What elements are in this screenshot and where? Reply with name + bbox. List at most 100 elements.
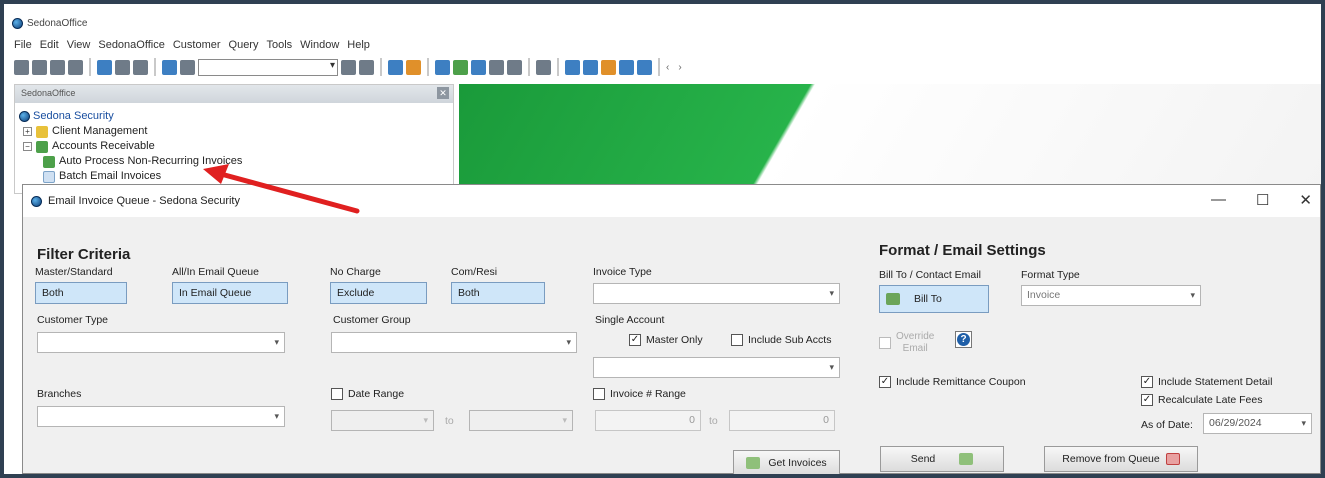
include-remittance-coupon-checkbox[interactable]: ✓ Include Remittance Coupon [879, 376, 1026, 388]
toolbar-check-icon[interactable] [471, 59, 486, 75]
toolbar-doc-icon[interactable] [637, 59, 652, 75]
invoice-range-from-input[interactable]: 0 [595, 410, 701, 431]
single-account-combo[interactable]: ▾ [593, 357, 840, 378]
menu-help[interactable]: Help [347, 39, 370, 51]
toolbar-globe-icon[interactable] [406, 59, 421, 75]
toolbar-mail-icon[interactable] [435, 59, 450, 75]
master-only-checkbox[interactable]: ✓ Master Only [629, 334, 703, 346]
com-resi-selector[interactable]: Both [451, 282, 545, 304]
toolbar-sql-icon[interactable] [536, 59, 551, 75]
override-email-checkbox[interactable]: Override Email [879, 331, 934, 355]
format-type-combo[interactable]: Invoice ▾ [1021, 285, 1201, 306]
date-range-from-combo[interactable]: ▾ [331, 410, 434, 431]
get-invoices-label: Get Invoices [768, 457, 827, 469]
toolbar-money-icon[interactable] [453, 59, 468, 75]
expand-icon[interactable]: + [23, 127, 32, 136]
tree-item-accounts-receivable[interactable]: − Accounts Receivable [19, 139, 242, 154]
money-bag-icon [36, 140, 48, 153]
menu-edit[interactable]: Edit [40, 39, 59, 51]
as-of-date-picker[interactable]: 06/29/2024 ▾ [1203, 413, 1312, 434]
toolbar-save-icon[interactable] [97, 59, 112, 75]
date-range-checkbox[interactable]: Date Range [331, 388, 404, 400]
toolbar-search-combo[interactable] [198, 58, 338, 76]
menu-tools[interactable]: Tools [266, 39, 292, 51]
chevron-down-icon[interactable]: ▾ [829, 288, 834, 299]
chevron-down-icon[interactable]: ▾ [829, 362, 834, 373]
toolbar-user-icon[interactable] [489, 59, 504, 75]
bill-to-selector[interactable]: Bill To [879, 285, 989, 313]
format-type-value: Invoice [1027, 289, 1061, 301]
toolbar-report-icon[interactable] [565, 59, 580, 75]
menu-view[interactable]: View [67, 39, 91, 51]
branches-combo[interactable]: ▾ [37, 406, 285, 427]
date-range-to-combo[interactable]: ▾ [469, 410, 573, 431]
toolbar-list-icon[interactable] [32, 59, 47, 75]
toolbar-separator [89, 58, 91, 76]
chevron-down-icon[interactable]: ▾ [274, 337, 279, 348]
branches-label: Branches [37, 388, 82, 400]
chevron-down-icon[interactable]: ▾ [1301, 418, 1306, 429]
toolbar-separator [154, 58, 156, 76]
get-invoices-button[interactable]: Get Invoices [733, 450, 840, 474]
toolbar-printer-icon[interactable] [133, 59, 148, 75]
send-button[interactable]: Send [880, 446, 1004, 472]
toolbar-record2-icon[interactable] [507, 59, 522, 75]
customer-type-combo[interactable]: ▾ [37, 332, 285, 353]
tree-root[interactable]: Sedona Security [19, 109, 242, 124]
chevron-down-icon[interactable]: ▾ [562, 415, 567, 426]
master-standard-selector[interactable]: Both [35, 282, 127, 304]
invoice-type-label: Invoice Type [593, 266, 652, 278]
toolbar-record-icon[interactable] [68, 59, 83, 75]
toolbar-info-icon[interactable] [619, 59, 634, 75]
tree-item-client-management[interactable]: + Client Management [19, 124, 242, 139]
collapse-icon[interactable]: − [23, 142, 32, 151]
chevron-down-icon[interactable]: ▾ [274, 411, 279, 422]
date-range-to-label: to [445, 415, 454, 427]
toolbar-print-icon[interactable] [115, 59, 130, 75]
toolbar-flag-icon[interactable] [601, 59, 616, 75]
send-mail-icon [959, 453, 974, 465]
toolbar-home-icon[interactable] [341, 59, 356, 75]
menu-sedonaoffice[interactable]: SedonaOffice [98, 39, 164, 51]
chevron-down-icon[interactable]: ▾ [423, 415, 428, 426]
as-of-date-label: As of Date: [1141, 419, 1193, 431]
close-icon[interactable]: ✕ [1299, 191, 1312, 209]
include-sub-accts-checkbox[interactable]: Include Sub Accts [731, 334, 831, 346]
menu-window[interactable]: Window [300, 39, 339, 51]
toolbar-paste-icon[interactable] [180, 59, 195, 75]
no-charge-selector[interactable]: Exclude [330, 282, 427, 304]
customer-group-label: Customer Group [333, 314, 411, 326]
customer-group-combo[interactable]: ▾ [331, 332, 577, 353]
tree-panel-header: SedonaOffice ✕ [15, 85, 453, 103]
invoice-type-combo[interactable]: ▾ [593, 283, 840, 304]
toolbar-new-icon[interactable] [14, 59, 29, 75]
menu-customer[interactable]: Customer [173, 39, 221, 51]
toolbar-back-icon[interactable]: ‹ [666, 62, 669, 73]
menu-file[interactable]: File [14, 39, 32, 51]
invoice-range-to-input[interactable]: 0 [729, 410, 835, 431]
toolbar-help-icon[interactable] [583, 59, 598, 75]
help-button[interactable]: ? [955, 331, 972, 348]
recalculate-late-fees-label: Recalculate Late Fees [1158, 394, 1263, 406]
all-in-email-queue-selector[interactable]: In Email Queue [172, 282, 288, 304]
remove-from-queue-button[interactable]: Remove from Queue [1044, 446, 1198, 472]
toolbar-calc-icon[interactable] [359, 59, 374, 75]
email-label: Email [902, 343, 928, 354]
toolbar-forward-icon[interactable]: › [678, 62, 681, 73]
chevron-down-icon[interactable]: ▾ [566, 337, 571, 348]
minimize-icon[interactable]: — [1211, 191, 1226, 209]
close-icon[interactable]: ✕ [437, 87, 449, 99]
include-statement-detail-checkbox[interactable]: ✓ Include Statement Detail [1141, 376, 1272, 388]
tree-panel-title: SedonaOffice [21, 88, 76, 98]
toolbar-form-icon[interactable] [50, 59, 65, 75]
single-account-label: Single Account [595, 314, 665, 326]
chevron-down-icon[interactable]: ▾ [1190, 290, 1195, 301]
toolbar-separator [528, 58, 530, 76]
invoice-range-checkbox[interactable]: Invoice # Range [593, 388, 686, 400]
recalculate-late-fees-checkbox[interactable]: ✓ Recalculate Late Fees [1141, 394, 1262, 406]
menu-query[interactable]: Query [229, 39, 259, 51]
annotation-arrow-icon [203, 164, 360, 214]
toolbar-window-icon[interactable] [388, 59, 403, 75]
toolbar-copy-icon[interactable] [162, 59, 177, 75]
maximize-icon[interactable]: ☐ [1256, 191, 1269, 209]
